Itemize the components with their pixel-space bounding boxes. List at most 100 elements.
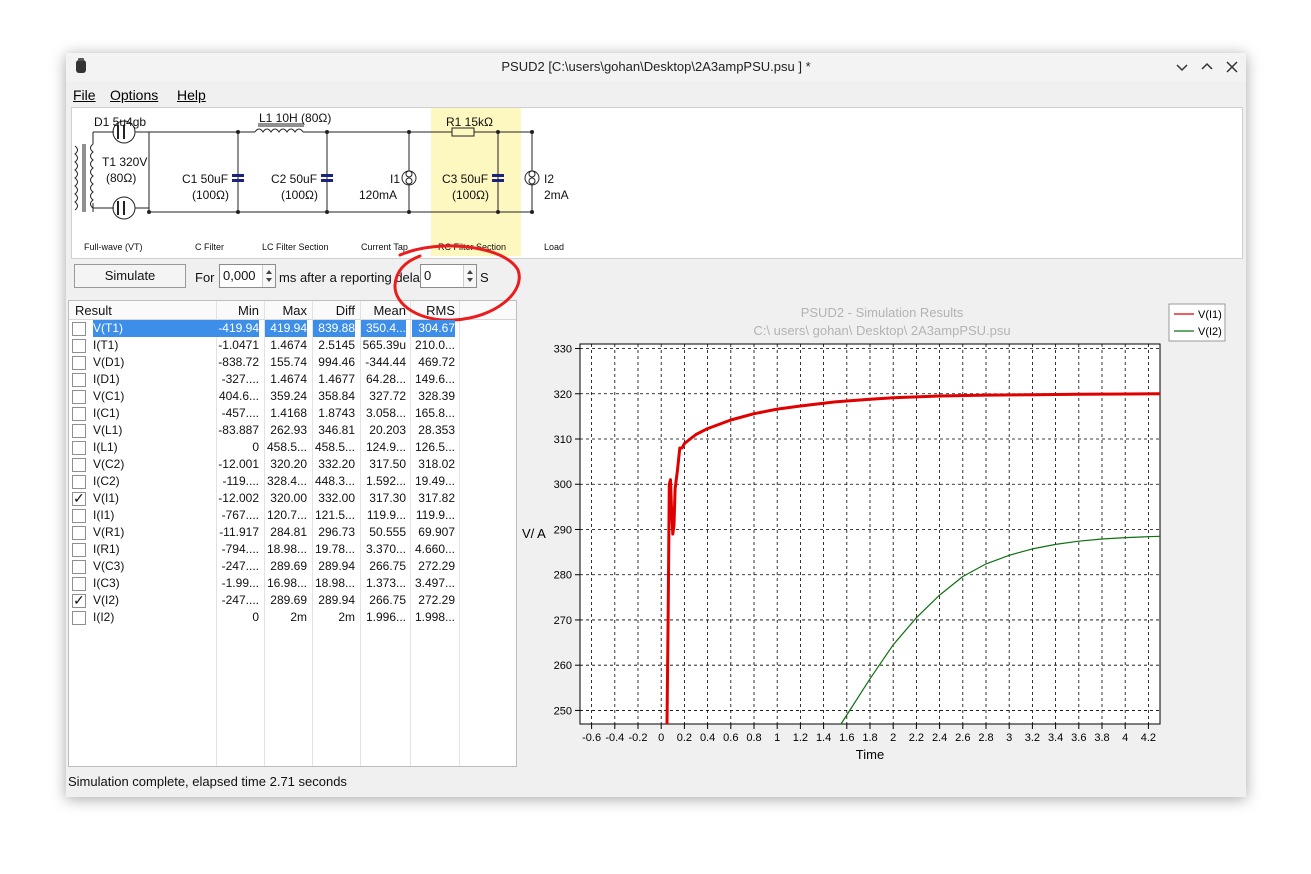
cell-rms: 210.0... xyxy=(414,338,455,352)
section-currenttap: Current Tap xyxy=(361,242,408,252)
cell-max: 458.5... xyxy=(266,440,307,454)
table-row[interactable]: V(T1) -419.94 419.94 839.88 350.4... 304.67 xyxy=(69,320,516,337)
header-min[interactable]: Min xyxy=(217,303,259,318)
menu-options[interactable]: Options xyxy=(110,87,158,103)
table-row[interactable]: I(I1) -767.... 120.7... 121.5... 119.9... 119… xyxy=(69,507,516,524)
d1-label: D1 5u4gb xyxy=(94,115,147,129)
cell-diff: 332.00 xyxy=(318,491,355,505)
header-max[interactable]: Max xyxy=(265,303,307,318)
x-tick-label: 2.4 xyxy=(932,732,947,744)
row-checkbox[interactable] xyxy=(72,339,86,353)
l1-label: L1 10H (80Ω) xyxy=(259,111,332,125)
cell-rms: 328.39 xyxy=(418,389,455,403)
minimize-icon[interactable] xyxy=(1172,57,1192,77)
cell-diff: 2.5145 xyxy=(318,338,355,352)
table-row[interactable]: V(I1) -12.002 320.00 332.00 317.30 317.82 xyxy=(69,490,516,507)
delay-spinbox[interactable]: 0 xyxy=(420,264,477,288)
circuit-schematic[interactable]: D1 5u4gb T1 320V (80Ω) L1 10H (80Ω) R1 1… xyxy=(71,107,1243,259)
simulate-button[interactable]: Simulate xyxy=(74,264,186,288)
results-table[interactable]: Result Min Max Diff Mean RMS V(T1) -419.9… xyxy=(68,300,517,767)
cell-max: 320.00 xyxy=(270,491,307,505)
row-result-name: I(C2) xyxy=(93,474,120,488)
row-result-name: V(R1) xyxy=(93,525,125,539)
menu-file[interactable]: File xyxy=(73,87,96,103)
row-checkbox[interactable] xyxy=(72,458,86,472)
table-row[interactable]: I(I2) 0 2m 2m 1.996... 1.998... xyxy=(69,609,516,626)
row-checkbox[interactable] xyxy=(72,407,86,421)
row-checkbox[interactable] xyxy=(72,611,86,625)
x-tick-label: 3.8 xyxy=(1094,732,1109,744)
table-row[interactable]: I(D1) -327.... 1.4674 1.4677 64.28... 149.6..… xyxy=(69,371,516,388)
delay-spin-arrows-icon[interactable] xyxy=(463,265,476,287)
row-result-name: I(D1) xyxy=(93,372,120,386)
row-checkbox[interactable] xyxy=(72,490,86,507)
table-row[interactable]: I(C1) -457.... 1.4168 1.8743 3.058... 165.8..… xyxy=(69,405,516,422)
header-result[interactable]: Result xyxy=(75,303,112,318)
row-checkbox[interactable] xyxy=(72,373,86,387)
cell-min: 0 xyxy=(252,440,259,454)
row-checkbox[interactable] xyxy=(72,356,86,370)
table-row[interactable]: V(C1) 404.6... 359.24 358.84 327.72 328.39 xyxy=(69,388,516,405)
table-row[interactable]: I(T1) -1.0471 1.4674 2.5145 565.39u 210.0... xyxy=(69,337,516,354)
row-checkbox[interactable] xyxy=(72,322,86,336)
row-checkbox[interactable] xyxy=(72,390,86,404)
cell-mean: 64.28... xyxy=(365,372,406,386)
menu-help[interactable]: Help xyxy=(177,87,206,103)
cell-min: -12.002 xyxy=(218,491,259,505)
delay-value: 0 xyxy=(424,268,432,283)
row-checkbox[interactable] xyxy=(72,592,86,609)
table-row[interactable]: I(R1) -794.... 18.98... 19.78... 3.370... 4.6… xyxy=(69,541,516,558)
table-row[interactable]: I(C2) -119.... 328.4... 448.3... 1.592... 19.… xyxy=(69,473,516,490)
cell-min: -794.... xyxy=(221,542,259,556)
cell-min: -767.... xyxy=(221,508,259,522)
c3-resistance: (100Ω) xyxy=(452,188,489,202)
row-checkbox[interactable] xyxy=(72,526,86,540)
x-tick-label: -0.2 xyxy=(629,732,648,744)
x-tick-label: 4.2 xyxy=(1141,732,1156,744)
table-row[interactable]: V(R1) -11.917 284.81 296.73 50.555 69.907 xyxy=(69,524,516,541)
i1-value: 120mA xyxy=(359,188,398,202)
cell-rms: 1.998... xyxy=(414,610,455,624)
row-checkbox[interactable] xyxy=(72,577,86,591)
simulation-chart[interactable]: PSUD2 - Simulation Results C:\ users\ goh… xyxy=(518,299,1246,766)
table-row[interactable]: V(I2) -247.... 289.69 289.94 266.75 272.29 xyxy=(69,592,516,609)
i2-label: I2 xyxy=(544,172,555,186)
c1-resistance: (100Ω) xyxy=(192,188,229,202)
cell-min: -247.... xyxy=(221,593,259,607)
table-row[interactable]: V(L1) -83.887 262.93 346.81 20.203 28.353 xyxy=(69,422,516,439)
cell-max: 328.4... xyxy=(266,474,307,488)
cell-min: -838.72 xyxy=(218,355,259,369)
header-mean[interactable]: Mean xyxy=(361,303,406,318)
window-title: PSUD2 [C:\users\gohan\Desktop\2A3ampPSU.… xyxy=(501,59,811,74)
duration-spinbox[interactable]: 0,000 xyxy=(219,264,276,288)
x-tick-label: 0.6 xyxy=(723,732,738,744)
close-icon[interactable] xyxy=(1222,57,1242,77)
t1-label: T1 320V xyxy=(102,155,148,169)
title-bar[interactable]: PSUD2 [C:\users\gohan\Desktop\2A3ampPSU.… xyxy=(66,53,1246,82)
simulation-toolbar: Simulate For 0,000 ms after a reporting … xyxy=(66,258,1246,292)
duration-spin-arrows-icon[interactable] xyxy=(262,265,275,287)
table-row[interactable]: I(L1) 0 458.5... 458.5... 124.9... 126.5... xyxy=(69,439,516,456)
cell-max: 2m xyxy=(290,610,307,624)
row-checkbox[interactable] xyxy=(72,475,86,489)
table-row[interactable]: V(D1) -838.72 155.74 994.46 -344.44 469.72 xyxy=(69,354,516,371)
row-checkbox[interactable] xyxy=(72,543,86,557)
header-rms[interactable]: RMS xyxy=(412,303,455,318)
x-tick-label: 4 xyxy=(1122,732,1128,744)
x-tick-label: 3.2 xyxy=(1025,732,1040,744)
chart-panel: PSUD2 - Simulation Results C:\ users\ goh… xyxy=(518,299,1246,766)
row-checkbox[interactable] xyxy=(72,560,86,574)
table-row[interactable]: V(C3) -247.... 289.69 289.94 266.75 272.29 xyxy=(69,558,516,575)
table-row[interactable]: I(C3) -1.99... 16.98... 18.98... 1.373... 3.4… xyxy=(69,575,516,592)
cell-mean: 1.373... xyxy=(365,576,406,590)
c2-label: C2 50uF xyxy=(271,172,318,186)
table-row[interactable]: V(C2) -12.001 320.20 332.20 317.50 318.02 xyxy=(69,456,516,473)
cell-diff: 289.94 xyxy=(318,559,355,573)
y-tick-label: 270 xyxy=(554,615,572,627)
row-checkbox[interactable] xyxy=(72,509,86,523)
header-diff[interactable]: Diff xyxy=(313,303,355,318)
maximize-icon[interactable] xyxy=(1197,57,1217,77)
row-checkbox[interactable] xyxy=(72,424,86,438)
x-tick-label: 3.4 xyxy=(1048,732,1063,744)
row-checkbox[interactable] xyxy=(72,441,86,455)
